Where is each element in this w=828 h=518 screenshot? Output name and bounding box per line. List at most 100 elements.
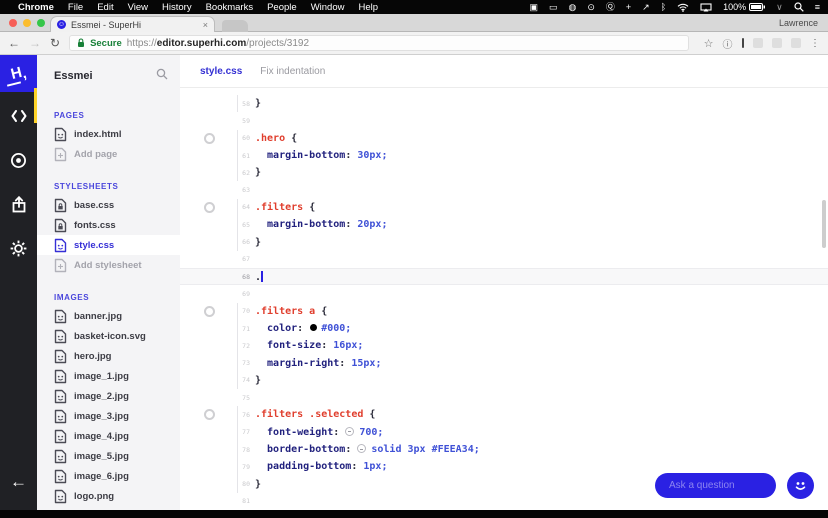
code-line[interactable]: 72 font-size: 16px;: [180, 337, 828, 354]
menu-file[interactable]: File: [68, 2, 83, 13]
code-line[interactable]: 62}: [180, 164, 828, 181]
close-tab-icon[interactable]: ×: [203, 20, 208, 30]
sidebar-item-basket-icon-svg[interactable]: basket-icon.svg: [37, 326, 180, 346]
value-stepper-icon[interactable]: [345, 427, 354, 436]
search-icon[interactable]: [156, 68, 168, 83]
reload-icon[interactable]: ↻: [50, 37, 60, 49]
sidebar-item-image-4-jpg[interactable]: image_4.jpg: [37, 426, 180, 446]
extension-info-icon[interactable]: ⓘ: [723, 36, 733, 51]
fold-marker-icon[interactable]: [204, 133, 215, 144]
ask-question-button[interactable]: Ask a question: [655, 473, 776, 498]
screen-record-icon[interactable]: ▣: [529, 3, 538, 12]
fold-marker-icon[interactable]: [204, 306, 215, 317]
window-icon[interactable]: ▭: [549, 3, 558, 12]
code-line[interactable]: 68.: [180, 268, 828, 285]
back-icon[interactable]: ←: [8, 37, 20, 49]
code-line[interactable]: 69: [180, 285, 828, 302]
code-line[interactable]: 59: [180, 112, 828, 129]
sidebar-item-image-2-jpg[interactable]: image_2.jpg: [37, 386, 180, 406]
code-line[interactable]: 61 margin-bottom: 30px;: [180, 147, 828, 164]
sidebar-item-image-5-jpg[interactable]: image_5.jpg: [37, 446, 180, 466]
minimize-window-button[interactable]: [23, 19, 31, 27]
menu-bookmarks[interactable]: Bookmarks: [206, 2, 254, 13]
sidebar-item-base-css[interactable]: base.css: [37, 195, 180, 215]
code-line[interactable]: 70.filters a {: [180, 303, 828, 320]
sidebar-item-add-page[interactable]: Add page: [37, 144, 180, 164]
window-controls[interactable]: [9, 19, 45, 27]
menu-icon[interactable]: ≡: [815, 3, 820, 12]
fold-marker-icon[interactable]: [204, 202, 215, 213]
sidebar-item-image-3-jpg[interactable]: image_3.jpg: [37, 406, 180, 426]
color-swatch[interactable]: [310, 324, 317, 331]
sidebar-item-logo-png[interactable]: logo.png: [37, 486, 180, 506]
code-line[interactable]: 64.filters {: [180, 199, 828, 216]
line-number: 75: [180, 394, 255, 402]
dropdown-circle-icon[interactable]: ∨: [776, 3, 783, 12]
sidebar-item-index-html[interactable]: index.html: [37, 124, 180, 144]
code-line[interactable]: 58}: [180, 95, 828, 112]
fix-indentation-button[interactable]: Fix indentation: [260, 66, 325, 77]
extension-icon[interactable]: [753, 38, 763, 48]
screen-share-icon[interactable]: ↗: [642, 3, 650, 12]
zoom-window-button[interactable]: [37, 19, 45, 27]
editor-tab-stylecss[interactable]: style.css: [200, 66, 242, 77]
bookmark-star-icon[interactable]: ☆: [704, 37, 714, 50]
new-tab-button[interactable]: [222, 20, 248, 32]
code-line[interactable]: 78 border-bottom: solid 3px #FEEA34;: [180, 441, 828, 458]
sidebar-item-style-css[interactable]: style.css: [37, 235, 180, 255]
profile-name[interactable]: Lawrence: [779, 18, 818, 28]
q-circle-icon[interactable]: Ⓠ: [606, 3, 615, 12]
code-line[interactable]: 76.filters .selected {: [180, 406, 828, 423]
menu-view[interactable]: View: [128, 2, 148, 13]
search-icon[interactable]: [794, 2, 804, 12]
code-line[interactable]: 71 color: #000;: [180, 320, 828, 337]
eye-icon[interactable]: [9, 150, 29, 170]
editor-scrollbar[interactable]: [822, 200, 826, 248]
menu-help[interactable]: Help: [358, 2, 378, 13]
sidebar-item-image-6-jpg[interactable]: image_6.jpg: [37, 466, 180, 486]
airplay-icon[interactable]: [700, 3, 712, 12]
code-line[interactable]: 67: [180, 251, 828, 268]
forward-icon[interactable]: →: [29, 37, 41, 49]
code-line[interactable]: 63: [180, 181, 828, 198]
gear-icon[interactable]: [9, 238, 29, 258]
extension-bar-icon[interactable]: [742, 38, 745, 48]
menu-people[interactable]: People: [267, 2, 297, 13]
help-smiley-icon[interactable]: [787, 472, 814, 499]
extension-icon[interactable]: [772, 38, 782, 48]
menu-edit[interactable]: Edit: [97, 2, 113, 13]
browser-tab[interactable]: ☺ Essmei - SuperHi ×: [50, 16, 215, 32]
fold-marker-icon[interactable]: [204, 409, 215, 420]
sidebar-item-image-1-jpg[interactable]: image_1.jpg: [37, 366, 180, 386]
bluetooth-icon[interactable]: ᛒ: [661, 3, 666, 12]
code-line[interactable]: 73 margin-right: 15px;: [180, 354, 828, 371]
upload-icon[interactable]: [9, 194, 29, 214]
water-drop-icon[interactable]: ◍: [568, 3, 576, 12]
value-stepper-icon[interactable]: [357, 444, 366, 453]
code-line[interactable]: 60.hero {: [180, 130, 828, 147]
sidebar-item-fonts-css[interactable]: fonts.css: [37, 215, 180, 235]
code-line[interactable]: 75: [180, 389, 828, 406]
chrome-menu-icon[interactable]: ⋮: [810, 38, 820, 49]
wifi-icon[interactable]: [677, 3, 689, 12]
plus-icon[interactable]: +: [626, 3, 631, 12]
info-circle-icon[interactable]: ⊙: [587, 3, 595, 12]
code-area[interactable]: 58}5960.hero {61 margin-bottom: 30px;62}…: [180, 88, 828, 510]
code-line[interactable]: 74}: [180, 372, 828, 389]
sidebar-item-banner-jpg[interactable]: banner.jpg: [37, 306, 180, 326]
back-arrow-icon[interactable]: ←: [0, 472, 37, 492]
code-icon[interactable]: [9, 106, 29, 126]
sidebar-item-hero-jpg[interactable]: hero.jpg: [37, 346, 180, 366]
sidebar-item-add-stylesheet[interactable]: Add stylesheet: [37, 255, 180, 275]
extension-icon[interactable]: [791, 38, 801, 48]
close-window-button[interactable]: [9, 19, 17, 27]
address-bar[interactable]: Secure https://editor.superhi.com/projec…: [69, 35, 689, 51]
code-line[interactable]: 66}: [180, 233, 828, 250]
superhi-logo[interactable]: H,: [0, 55, 37, 92]
code-line[interactable]: 77 font-weight: 700;: [180, 424, 828, 441]
menu-history[interactable]: History: [162, 2, 192, 13]
menu-window[interactable]: Window: [311, 2, 345, 13]
battery-icon[interactable]: 100%: [723, 3, 765, 12]
menu-chrome[interactable]: Chrome: [18, 2, 54, 13]
code-line[interactable]: 65 margin-bottom: 20px;: [180, 216, 828, 233]
